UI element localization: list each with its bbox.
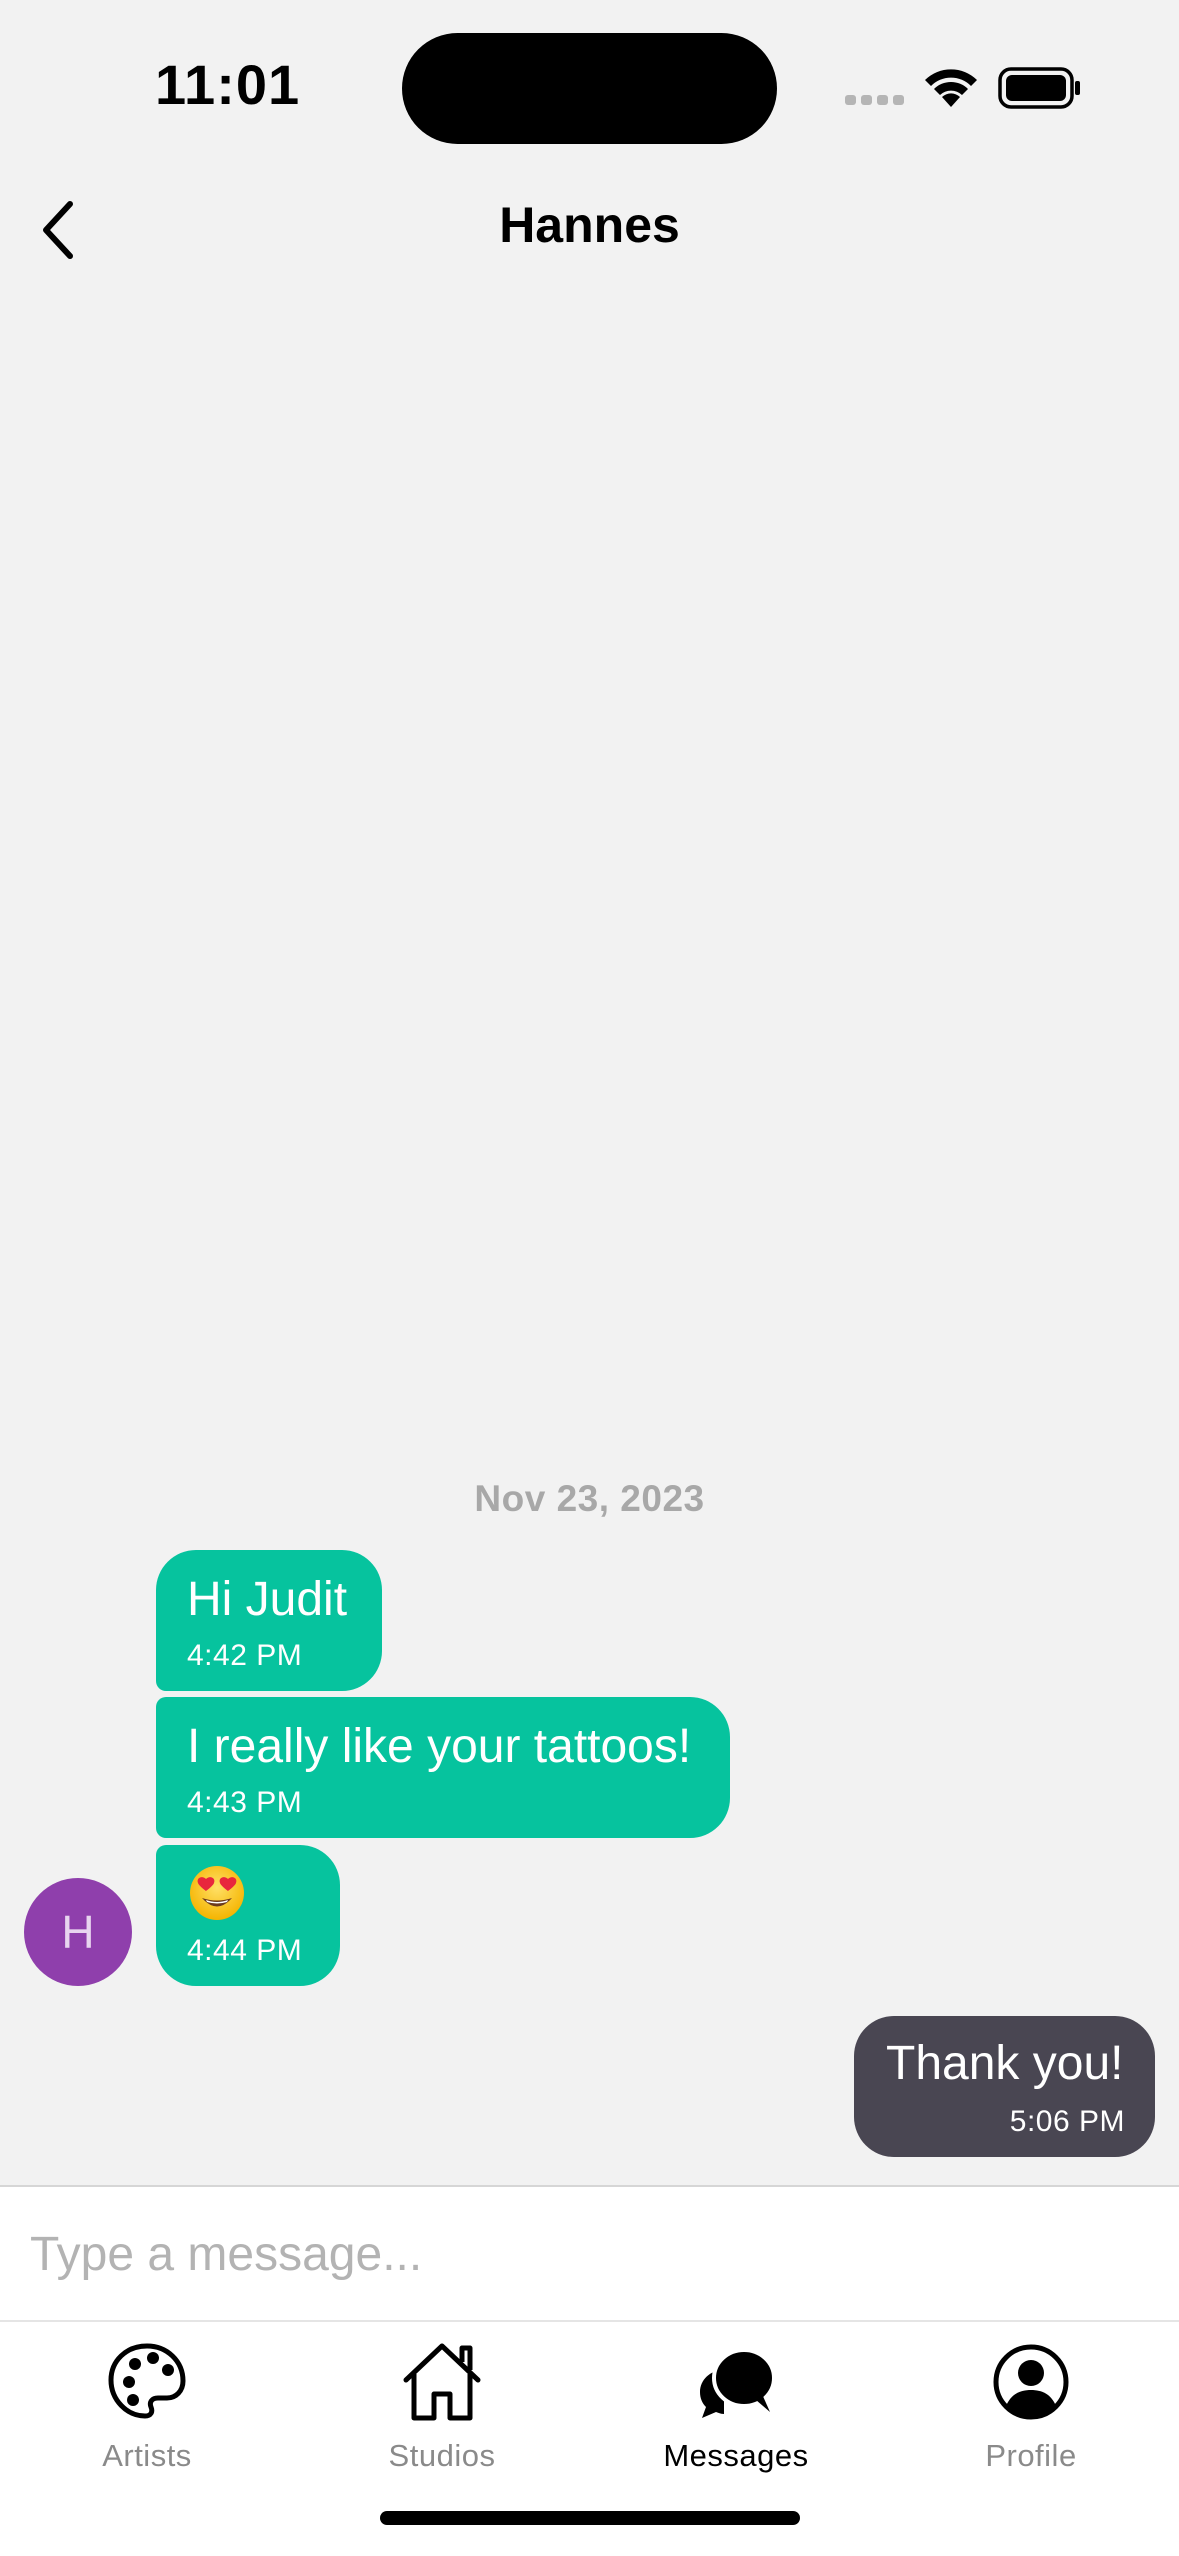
message-emoji: [187, 1863, 247, 1935]
battery-icon: [998, 67, 1080, 109]
message-time: 4:44 PM: [187, 1934, 303, 1967]
heart-eyes-emoji-icon: [190, 1866, 244, 1920]
tab-messages[interactable]: Messages: [616, 2340, 856, 2490]
tab-label: Profile: [985, 2438, 1077, 2473]
home-indicator[interactable]: [380, 2511, 800, 2525]
wifi-icon: [925, 69, 977, 107]
tab-artists[interactable]: Artists: [27, 2340, 267, 2490]
message-text: Thank you!: [886, 2037, 1124, 2090]
message-composer: [0, 2185, 1179, 2320]
message-time: 4:42 PM: [187, 1639, 303, 1672]
user-circle-icon: [993, 2344, 1069, 2420]
palette-icon: [108, 2343, 186, 2419]
conversation-title: Hannes: [499, 197, 680, 253]
tab-label: Studios: [388, 2438, 496, 2473]
incoming-message[interactable]: Hi Judit 4:42 PM: [156, 1550, 382, 1691]
incoming-message[interactable]: 4:44 PM: [156, 1845, 340, 1986]
tab-label: Messages: [663, 2438, 809, 2473]
cellular-signal-icon: [845, 95, 904, 105]
house-icon: [403, 2343, 481, 2421]
chat-screen: 11:01 Hannes Nov 23, 2023 Hi Judit 4:42 …: [0, 0, 1179, 2556]
message-text: Hi Judit: [187, 1573, 348, 1626]
message-input[interactable]: [30, 2209, 1150, 2299]
date-separator: Nov 23, 2023: [474, 1478, 705, 1519]
message-text: I really like your tattoos!: [187, 1720, 692, 1773]
outgoing-message[interactable]: Thank you! 5:06 PM: [854, 2016, 1155, 2157]
tab-studios[interactable]: Studios: [322, 2340, 562, 2490]
tab-profile[interactable]: Profile: [911, 2340, 1151, 2490]
dynamic-island: [402, 33, 777, 144]
tab-label: Artists: [102, 2438, 192, 2473]
incoming-message[interactable]: I really like your tattoos! 4:43 PM: [156, 1697, 730, 1838]
message-time: 4:43 PM: [187, 1786, 303, 1819]
contact-avatar[interactable]: H: [24, 1878, 132, 1986]
message-time: 5:06 PM: [1009, 2105, 1125, 2138]
chat-bubbles-icon: [700, 2348, 776, 2418]
status-time: 11:01: [155, 53, 301, 116]
